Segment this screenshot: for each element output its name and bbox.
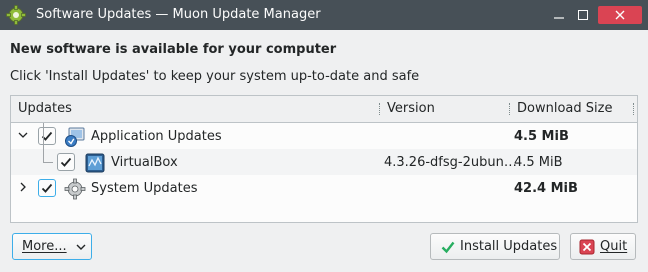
virtualbox-icon (85, 153, 105, 173)
row-size: 4.5 MiB (514, 155, 563, 170)
maximize-button[interactable] (574, 6, 592, 24)
updates-tree[interactable]: Updates Version Download Size Applicatio… (10, 95, 638, 223)
window-title: Software Updates — Muon Update Manager (36, 7, 321, 22)
checkbox-system-updates[interactable] (38, 179, 56, 197)
row-name: Application Updates (91, 129, 222, 144)
chevron-down-icon (76, 244, 86, 250)
column-separator[interactable] (379, 103, 382, 115)
minimize-icon (554, 17, 564, 19)
title-bar[interactable]: Software Updates — Muon Update Manager (0, 0, 648, 30)
column-separator[interactable] (509, 103, 512, 115)
checkmark-icon (60, 157, 72, 167)
application-updates-icon (65, 127, 85, 147)
tree-connector (43, 162, 53, 163)
expand-arrow-down-icon[interactable] (17, 128, 29, 142)
tree-row-virtualbox[interactable]: VirtualBox 4.3.26-dfsg-2ubun… 4.5 MiB (11, 123, 637, 175)
muon-app-icon (6, 5, 26, 25)
more-button-label: More... (22, 239, 67, 254)
checkmark-icon (41, 183, 53, 193)
column-separator[interactable] (633, 103, 636, 115)
row-size: 42.4 MiB (514, 181, 578, 196)
checkbox-virtualbox[interactable] (57, 153, 75, 171)
row-size: 4.5 MiB (514, 129, 569, 144)
close-icon (615, 10, 625, 20)
install-updates-button[interactable]: Install Updates (430, 233, 560, 260)
checkbox-application-updates[interactable] (38, 127, 56, 145)
checkmark-icon (41, 131, 53, 141)
tree-header: Updates Version Download Size (11, 96, 637, 123)
quit-icon (579, 239, 595, 255)
column-header-download-size[interactable]: Download Size (517, 101, 612, 116)
more-button[interactable]: More... (12, 233, 92, 260)
tree-row-application-updates[interactable]: Application Updates 4.5 MiB (11, 123, 637, 149)
tree-connector (43, 123, 44, 149)
install-checkmark-icon (441, 241, 455, 254)
tree-row-system-updates[interactable]: System Updates 42.4 MiB (11, 175, 637, 201)
maximize-icon (578, 10, 588, 20)
row-name: VirtualBox (111, 155, 178, 170)
tree-connector (43, 149, 44, 162)
install-updates-label: Install Updates (460, 239, 558, 254)
minimize-button[interactable] (550, 6, 568, 24)
column-header-version[interactable]: Version (387, 101, 435, 116)
page-description: Click 'Install Updates' to keep your sys… (10, 69, 420, 84)
expand-arrow-right-icon[interactable] (17, 180, 29, 194)
update-manager-window: Software Updates — Muon Update Manager N… (0, 0, 648, 272)
page-heading: New software is available for your compu… (10, 42, 337, 57)
quit-button[interactable]: Quit (570, 233, 636, 260)
column-header-updates[interactable]: Updates (18, 101, 72, 116)
row-name: System Updates (91, 181, 198, 196)
close-button[interactable] (598, 6, 642, 24)
row-version: 4.3.26-dfsg-2ubun… (384, 155, 517, 170)
gear-icon (64, 178, 86, 200)
quit-label: Quit (600, 239, 628, 254)
